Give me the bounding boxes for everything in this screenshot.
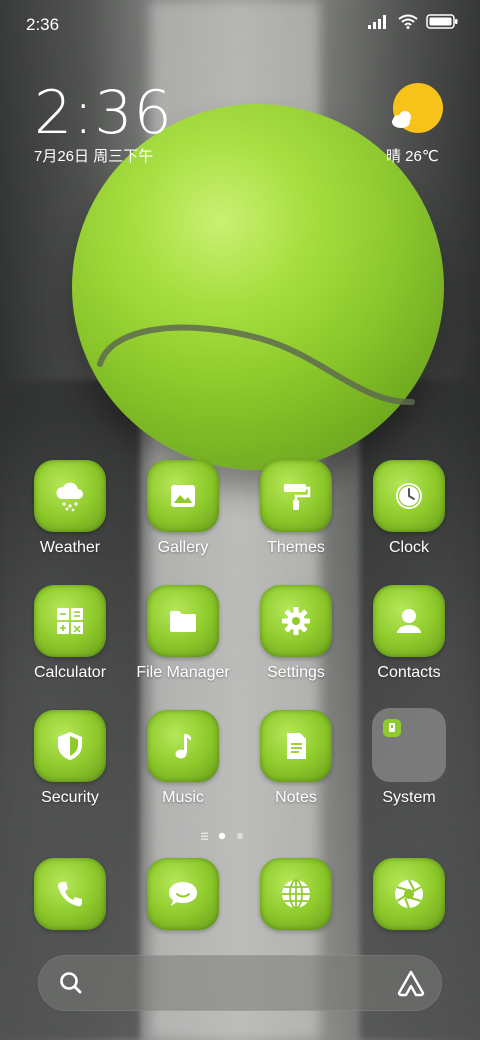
status-time: 2:36 (26, 15, 60, 34)
app-weather[interactable]: Weather (20, 460, 120, 557)
app-label: Gallery (157, 539, 209, 556)
app-themes[interactable]: Themes (246, 460, 346, 557)
app-music[interactable]: Music (133, 710, 233, 807)
app-label: Clock (388, 539, 429, 556)
paint-roller-icon (284, 484, 311, 510)
app-label: System (382, 789, 436, 806)
dock-phone[interactable] (34, 858, 106, 930)
app-tile[interactable] (260, 710, 332, 782)
signal-icon (368, 14, 386, 29)
sun-cloud-icon[interactable] (388, 82, 444, 138)
home-screen: 2:36 2:36 7月26日 周三下午 晴 26℃ Weather Galle… (0, 0, 480, 1040)
status-bar: 2:36 (0, 0, 480, 50)
app-tile[interactable] (260, 460, 332, 532)
app-tile[interactable] (147, 460, 219, 532)
app-tile[interactable] (34, 585, 106, 657)
app-calculator[interactable]: Calculator (20, 585, 120, 682)
page-dot-active[interactable] (218, 832, 226, 840)
image-icon (171, 485, 195, 507)
app-label: Contacts (377, 664, 441, 681)
search-bar[interactable] (38, 955, 442, 1011)
gear-icon (282, 607, 310, 635)
folder-group-icon (383, 719, 401, 737)
app-label: File Manager (136, 664, 230, 681)
app-label: Weather (39, 539, 101, 556)
app-tile[interactable] (373, 858, 445, 930)
search-icon[interactable] (58, 970, 84, 996)
dock-browser[interactable] (260, 858, 332, 930)
assistant-icon[interactable] (396, 969, 426, 997)
app-folder-system[interactable]: System (359, 708, 459, 807)
app-label: Calculator (33, 664, 107, 681)
cloud-rain-icon (56, 482, 83, 512)
person-icon (397, 609, 421, 633)
app-tile[interactable] (34, 460, 106, 532)
clock-widget-time[interactable]: 2:36 (34, 78, 173, 148)
message-icon (169, 882, 197, 906)
app-label: Themes (267, 539, 325, 556)
weather-widget-text: 晴 26℃ (386, 148, 439, 165)
app-label: Notes (275, 789, 317, 806)
app-contacts[interactable]: Contacts (359, 585, 459, 682)
status-icons (368, 14, 458, 29)
app-tile[interactable] (373, 585, 445, 657)
app-tile[interactable] (147, 585, 219, 657)
folder-icon (170, 611, 196, 632)
folder-tile[interactable] (372, 708, 446, 782)
phone-icon (58, 882, 82, 907)
home-lines-icon (201, 832, 208, 840)
app-gallery[interactable]: Gallery (133, 460, 233, 557)
battery-icon (426, 14, 458, 29)
app-tile[interactable] (147, 858, 219, 930)
globe-icon (282, 879, 310, 909)
app-tile[interactable] (34, 858, 106, 930)
app-tile[interactable] (147, 710, 219, 782)
app-clock[interactable]: Clock (359, 460, 459, 557)
wifi-icon (398, 14, 418, 29)
app-file-manager[interactable]: File Manager (133, 585, 233, 682)
app-tile[interactable] (260, 858, 332, 930)
app-tile[interactable] (34, 710, 106, 782)
app-label: Music (162, 789, 204, 806)
clock-icon (396, 483, 422, 509)
shield-icon (58, 732, 82, 760)
music-note-icon (175, 734, 192, 759)
app-label: Security (41, 789, 99, 806)
app-notes[interactable]: Notes (246, 710, 346, 807)
camera-shutter-icon (395, 879, 423, 909)
dock-messages[interactable] (147, 858, 219, 930)
page-indicator[interactable] (200, 829, 280, 843)
dock-camera[interactable] (373, 858, 445, 930)
note-icon (287, 733, 306, 759)
calculator-icon (57, 608, 83, 634)
app-tile[interactable] (373, 460, 445, 532)
app-settings[interactable]: Settings (246, 585, 346, 682)
app-label: Settings (267, 664, 325, 681)
page-dot[interactable] (236, 832, 244, 840)
app-security[interactable]: Security (20, 710, 120, 807)
clock-widget-date: 7月26日 周三下午 (34, 148, 154, 165)
app-tile[interactable] (260, 585, 332, 657)
